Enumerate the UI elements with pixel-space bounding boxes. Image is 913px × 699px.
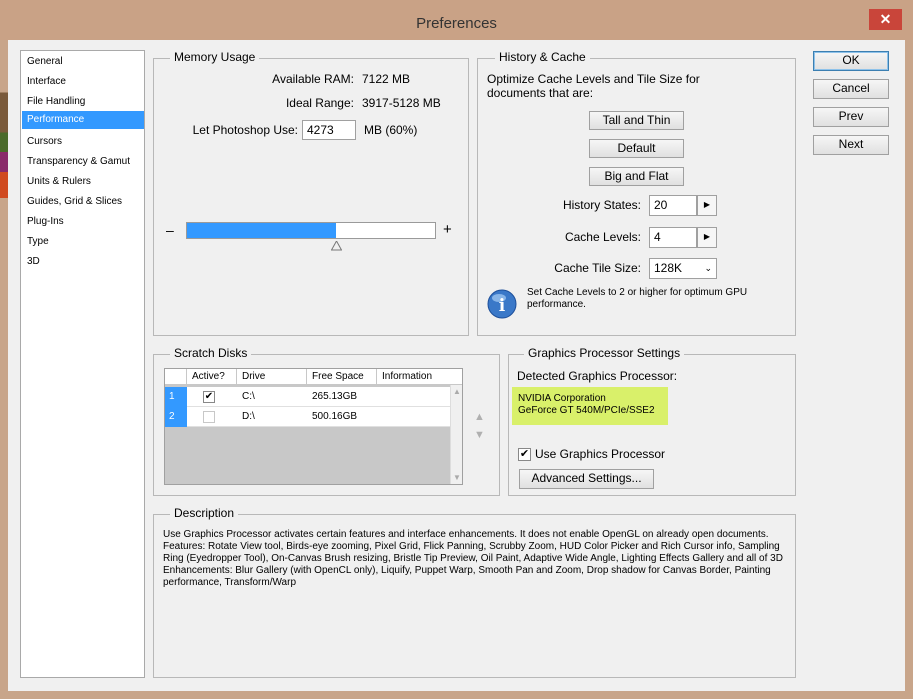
graphics-processor-title: Graphics Processor Settings [524, 346, 685, 360]
sidebar-item-performance[interactable]: Performance [22, 111, 144, 129]
sidebar-item-plug-ins[interactable]: Plug-Ins [22, 213, 144, 231]
description-line: Features: Rotate View tool, Birds-eye zo… [163, 541, 783, 564]
gpu-model: GeForce GT 540M/PCIe/SSE2 [518, 405, 655, 416]
sidebar-item-guides-grid-slices[interactable]: Guides, Grid & Slices [22, 193, 144, 211]
ideal-range-label: Ideal Range: [285, 96, 354, 110]
memory-slider[interactable] [186, 222, 436, 239]
description-line: Use Graphics Processor activates certain… [163, 529, 769, 540]
sidebar-item-interface[interactable]: Interface [22, 73, 144, 91]
free-space-cell: 500.16GB [307, 407, 377, 427]
svg-text:i: i [499, 296, 506, 316]
memory-decrease-button[interactable]: – [166, 222, 174, 238]
scratch-disks-title: Scratch Disks [170, 346, 252, 360]
move-up-arrow-icon[interactable]: ▲ [474, 411, 485, 423]
use-gpu-checkbox[interactable]: ✔ [518, 448, 531, 461]
table-header-information: Information [377, 369, 462, 385]
detected-gpu-box: NVIDIA Corporation GeForce GT 540M/PCIe/… [512, 387, 668, 425]
memory-increase-button[interactable]: + [443, 221, 452, 238]
available-ram-value: 7122 MB [362, 72, 411, 86]
memory-slider-fill [187, 223, 336, 238]
sidebar-item-cursors[interactable]: Cursors [22, 133, 144, 151]
row-number: 1 [165, 387, 187, 407]
cache-levels-input[interactable]: 4 [649, 227, 697, 248]
active-checkbox[interactable]: ✔ [203, 391, 215, 403]
cache-tile-size-select[interactable]: 128K ⌄ [649, 258, 717, 279]
history-cache-title: History & Cache [495, 50, 590, 64]
table-header-index [165, 369, 187, 385]
available-ram-label: Available RAM: [272, 72, 354, 86]
table-header-active: Active? [187, 369, 237, 385]
detected-gpu-label: Detected Graphics Processor: [517, 369, 678, 383]
memory-amount-input[interactable]: 4273 [302, 120, 356, 140]
description-text: Use Graphics Processor activates certain… [163, 529, 791, 589]
close-button[interactable]: ✕ [869, 9, 902, 30]
drive-cell: C:\ [237, 387, 307, 407]
description-line: Enhancements: Blur Gallery (with OpenCL … [163, 565, 771, 588]
scratch-disks-table: Active? Drive Free Space Information 1 C… [164, 368, 463, 485]
cache-levels-arrow-icon[interactable]: ▶ [697, 227, 717, 248]
next-button[interactable]: Next [813, 135, 889, 155]
memory-usage-title: Memory Usage [170, 50, 260, 64]
scroll-down-icon[interactable]: ▼ [453, 473, 461, 482]
history-states-input[interactable]: 20 [649, 195, 697, 216]
tall-and-thin-button[interactable]: Tall and Thin [589, 111, 684, 130]
cache-info-text: Set Cache Levels to 2 or higher for opti… [527, 287, 748, 310]
table-scrollbar[interactable]: ▲ ▼ [450, 385, 462, 484]
history-states-label: History States: [562, 198, 641, 212]
prev-button[interactable]: Prev [813, 107, 889, 127]
table-header-drive: Drive [237, 369, 307, 385]
free-space-cell: 265.13GB [307, 387, 377, 407]
preferences-sidebar: General Interface File Handling Performa… [20, 50, 145, 678]
sidebar-item-general[interactable]: General [22, 53, 144, 71]
memory-unit-label: MB (60%) [364, 123, 418, 137]
ok-button[interactable]: OK [813, 51, 889, 71]
drive-cell: D:\ [237, 407, 307, 427]
cache-tile-size-value: 128K [654, 261, 683, 275]
active-checkbox[interactable] [203, 411, 215, 423]
chevron-down-icon: ⌄ [704, 263, 712, 273]
cache-levels-label: Cache Levels: [564, 230, 641, 244]
sidebar-item-3d[interactable]: 3D [22, 253, 144, 271]
information-cell [377, 387, 450, 407]
information-cell [377, 407, 450, 427]
sidebar-item-file-handling[interactable]: File Handling [22, 93, 144, 111]
row-number: 2 [165, 407, 187, 427]
use-gpu-label: Use Graphics Processor [535, 447, 666, 461]
sidebar-item-type[interactable]: Type [22, 233, 144, 251]
table-header-free-space: Free Space [307, 369, 377, 385]
window-title: Preferences [416, 15, 497, 32]
description-title: Description [170, 506, 239, 520]
history-states-arrow-icon[interactable]: ▶ [697, 195, 717, 216]
sidebar-item-units-rulers[interactable]: Units & Rulers [22, 173, 144, 191]
memory-slider-thumb[interactable] [330, 239, 343, 251]
gpu-vendor: NVIDIA Corporation [518, 393, 606, 404]
scroll-up-icon[interactable]: ▲ [453, 387, 461, 396]
big-and-flat-button[interactable]: Big and Flat [589, 167, 684, 186]
move-down-arrow-icon[interactable]: ▼ [474, 429, 485, 441]
table-row[interactable]: 1 C:\ 265.13GB ✔ [165, 387, 450, 407]
table-row[interactable]: 2 D:\ 500.16GB [165, 407, 450, 427]
sidebar-item-transparency-gamut[interactable]: Transparency & Gamut [22, 153, 144, 171]
history-cache-description: Optimize Cache Levels and Tile Size for … [487, 72, 700, 100]
let-photoshop-use-label: Let Photoshop Use: [192, 123, 298, 137]
background-strip [0, 40, 8, 699]
default-button[interactable]: Default [589, 139, 684, 158]
cache-tile-size-label: Cache Tile Size: [554, 261, 641, 275]
info-icon: i [487, 289, 519, 321]
cancel-button[interactable]: Cancel [813, 79, 889, 99]
ideal-range-value: 3917-5128 MB [362, 96, 441, 110]
advanced-settings-button[interactable]: Advanced Settings... [519, 469, 654, 489]
